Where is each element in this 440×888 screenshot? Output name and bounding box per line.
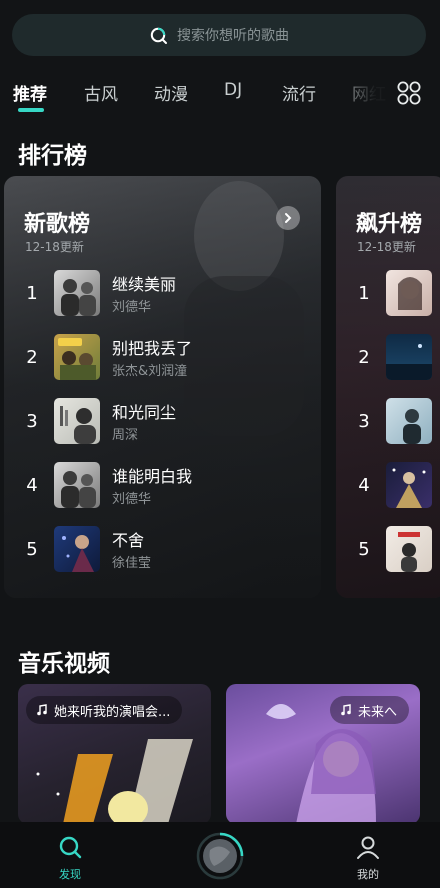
rank-number: 1 [26, 283, 38, 304]
chart-row[interactable]: 3 和光同尘 周深 [4, 398, 321, 448]
song-cover [386, 270, 432, 316]
chevron-right-icon[interactable] [276, 206, 300, 230]
song-title: 和光同尘 [112, 403, 177, 422]
chart-title: 飙升榜 [356, 212, 423, 237]
video-card[interactable]: 未来へ [226, 684, 420, 824]
chart-date: 12-18更新 [25, 240, 84, 254]
music-note-icon [341, 704, 351, 716]
tab-pop[interactable]: 流行 [282, 80, 316, 105]
rank-number: 5 [358, 539, 370, 560]
tab-dj[interactable]: DJ [224, 80, 242, 100]
song-artist: 周深 [112, 428, 139, 443]
tab-recommend[interactable]: 推荐 [13, 80, 47, 105]
category-tabs: 推荐 古风 动漫 DJ 流行 网红 [0, 74, 440, 114]
song-title: 别把我丢了 [112, 339, 193, 358]
nav-discover[interactable]: 发现 [40, 834, 100, 882]
chart-row[interactable]: 4 [336, 462, 440, 512]
chart-row[interactable]: 2 别把我丢了 张杰&刘润潼 [4, 334, 321, 384]
tabs-fade [330, 74, 440, 114]
video-title: 她来听我的演唱会... [54, 704, 171, 720]
song-title: 继续美丽 [112, 275, 177, 294]
song-cover [54, 334, 100, 380]
song-title: 不舍 [112, 531, 145, 550]
chart-row[interactable]: 5 不舍 徐佳莹 [4, 526, 321, 576]
chart-row[interactable]: 1 继续美丽 刘德华 [4, 270, 321, 320]
video-title-tag: 她来听我的演唱会... [26, 696, 183, 724]
chart-row[interactable]: 3 [336, 398, 440, 448]
rank-number: 1 [358, 283, 370, 304]
discover-icon [59, 836, 82, 859]
search-placeholder: 搜索你想听的歌曲 [177, 28, 289, 44]
song-cover [54, 398, 100, 444]
rank-number: 4 [26, 475, 38, 496]
section-title-charts: 排行榜 [18, 143, 87, 169]
song-cover [54, 270, 100, 316]
chart-row[interactable]: 2 [336, 334, 440, 384]
song-cover [386, 398, 432, 444]
rank-number: 2 [26, 347, 38, 368]
song-artist: 张杰&刘润潼 [112, 364, 188, 379]
active-tab-indicator [18, 108, 44, 112]
song-artist: 徐佳莹 [112, 556, 152, 571]
song-title: 谁能明白我 [112, 467, 193, 486]
video-card[interactable]: 她来听我的演唱会... [18, 684, 211, 824]
video-title-tag: 未来へ [330, 696, 410, 724]
nav-discover-label: 发现 [59, 868, 81, 881]
now-playing-disc-icon[interactable] [196, 832, 244, 880]
grid-icon[interactable] [396, 80, 422, 106]
song-cover [386, 526, 432, 572]
chart-row[interactable]: 5 [336, 526, 440, 576]
chart-card-new-songs[interactable]: 新歌榜 12-18更新 1 继续美丽 刘德华 2 别把我丢了 张杰&刘润潼 3 … [4, 176, 321, 598]
song-cover [386, 462, 432, 508]
song-artist: 刘德华 [112, 492, 152, 507]
bottom-nav: 发现 我的 [0, 822, 440, 888]
nav-mine-label: 我的 [357, 868, 379, 881]
rank-number: 2 [358, 347, 370, 368]
tab-ancient[interactable]: 古风 [84, 80, 118, 105]
rank-number: 3 [26, 411, 38, 432]
search-icon [150, 27, 167, 44]
section-title-music-videos: 音乐视频 [18, 651, 110, 677]
music-note-icon [37, 704, 47, 716]
chart-row[interactable]: 4 谁能明白我 刘德华 [4, 462, 321, 512]
user-icon [357, 836, 379, 859]
chart-date: 12-18更新 [357, 240, 416, 254]
rank-number: 3 [358, 411, 370, 432]
search-bar[interactable]: 搜索你想听的歌曲 [12, 14, 426, 56]
song-cover [54, 526, 100, 572]
tab-anime[interactable]: 动漫 [154, 80, 188, 105]
rank-number: 5 [26, 539, 38, 560]
song-artist: 刘德华 [112, 300, 152, 315]
chart-title: 新歌榜 [24, 212, 91, 237]
video-title: 未来へ [358, 704, 398, 720]
chart-row[interactable]: 1 [336, 270, 440, 320]
nav-mine[interactable]: 我的 [338, 834, 398, 882]
song-cover [386, 334, 432, 380]
chart-card-rising[interactable]: 飙升榜 12-18更新 1 2 3 4 5 [336, 176, 440, 598]
rank-number: 4 [358, 475, 370, 496]
song-cover [54, 462, 100, 508]
